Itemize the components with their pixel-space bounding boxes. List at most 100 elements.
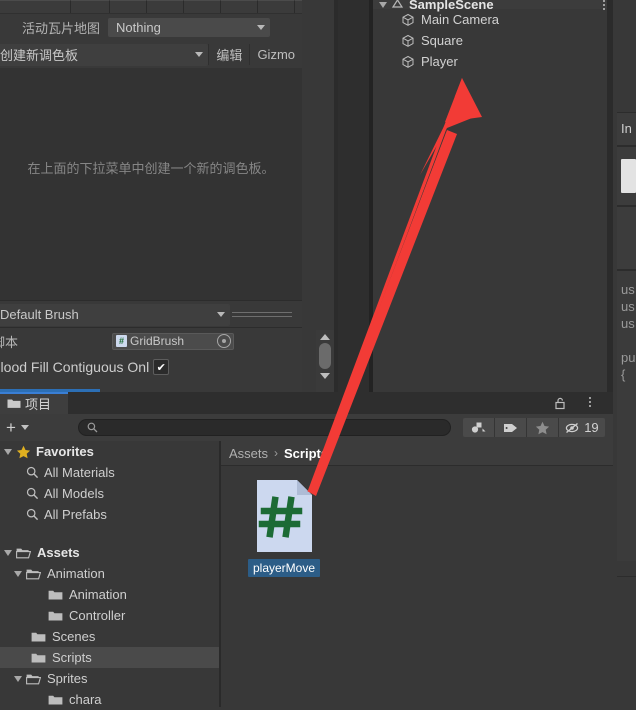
tree-item-favorites[interactable]: Favorites xyxy=(0,441,219,462)
hierarchy-item-main-camera[interactable]: Main Camera xyxy=(373,9,613,30)
tree-item-animation-sub[interactable]: Animation xyxy=(0,584,219,605)
tree-item-label: All Models xyxy=(44,486,104,501)
tree-item-animation[interactable]: Animation xyxy=(0,563,219,584)
tree-item-controller[interactable]: Controller xyxy=(0,605,219,626)
tree-item-scenes[interactable]: Scenes xyxy=(0,626,219,647)
chevron-down-icon[interactable] xyxy=(14,675,22,682)
flood-fill-checkbox[interactable]: ✔ xyxy=(153,359,170,375)
tree-item-label: chara xyxy=(69,692,102,707)
tree-item-assets[interactable]: Assets xyxy=(0,542,219,563)
tree-item-label: All Prefabs xyxy=(44,507,107,522)
tile-palette-scrollbar[interactable] xyxy=(316,330,334,392)
plus-icon: + xyxy=(6,417,16,437)
gizmos-button[interactable]: Gizmo xyxy=(249,44,302,65)
scene-gutter xyxy=(338,0,373,392)
triangle-up-icon xyxy=(320,333,330,340)
tab-project[interactable]: 项目 xyxy=(0,392,68,414)
tree-item-all-models[interactable]: All Models xyxy=(0,483,219,504)
script-object-value: GridBrush xyxy=(130,334,185,348)
hierarchy-item-player[interactable]: Player xyxy=(373,51,613,72)
tile-palette-toolbar[interactable] xyxy=(0,0,302,14)
project-body: Favorites All Materials All Models All P… xyxy=(0,441,613,707)
breadcrumb-item-assets[interactable]: Assets xyxy=(229,446,268,461)
chevron-down-icon[interactable] xyxy=(379,1,387,8)
active-tilemap-row: 活动瓦片地图 Nothing xyxy=(0,13,302,41)
code-line: { xyxy=(621,367,626,382)
hierarchy-item-label: Main Camera xyxy=(421,12,500,27)
breadcrumb-item-scripts[interactable]: Scripts xyxy=(284,446,328,461)
tab-label: 项目 xyxy=(25,396,52,412)
folder-icon xyxy=(31,652,46,664)
search-icon xyxy=(26,466,39,479)
toolbar-segment[interactable] xyxy=(258,0,295,13)
tree-item-label: Scripts xyxy=(52,650,92,665)
object-picker-icon[interactable] xyxy=(217,334,231,348)
inspector-window: In us us us pu { } xyxy=(613,0,636,708)
toolbar-segment[interactable] xyxy=(0,0,71,13)
asset-item-playermove[interactable]: playerMove xyxy=(245,478,323,577)
visibility-count-button[interactable]: 19 xyxy=(558,418,605,437)
toolbar-segment[interactable] xyxy=(147,0,184,13)
active-tilemap-value: Nothing xyxy=(116,19,161,35)
brush-dropdown[interactable]: Default Brush xyxy=(0,303,230,326)
breadcrumb-separator: › xyxy=(274,446,279,460)
code-line: us xyxy=(621,282,635,297)
chevron-down-icon[interactable] xyxy=(4,549,12,556)
search-icon xyxy=(26,487,39,500)
filter-by-label-icon[interactable] xyxy=(494,418,527,437)
script-object-field[interactable]: GridBrush xyxy=(112,332,234,350)
add-asset-button[interactable]: + xyxy=(0,418,35,438)
hierarchy-window: SampleScene Main Camera Square Player xyxy=(373,0,613,392)
favorites-star-icon[interactable] xyxy=(526,418,559,437)
filter-by-type-icon[interactable] xyxy=(462,418,495,437)
palette-empty-area: 在上面的下拉菜单中创建一个新的调色板。 xyxy=(0,68,302,300)
hierarchy-item-square[interactable]: Square xyxy=(373,30,613,51)
folder-icon xyxy=(48,589,63,601)
tree-item-label: Animation xyxy=(47,566,105,581)
toolbar-segment[interactable] xyxy=(221,0,258,13)
tree-item-label: Scenes xyxy=(52,629,96,644)
chevron-down-icon xyxy=(20,425,29,430)
tree-item-all-prefabs[interactable]: All Prefabs xyxy=(0,504,219,525)
scrollbar-thumb[interactable] xyxy=(319,343,331,369)
chevron-down-icon[interactable] xyxy=(14,570,22,577)
palette-dropdown[interactable]: 创建新调色板 xyxy=(0,43,209,66)
toolbar-segment[interactable] xyxy=(71,0,110,13)
chevron-down-icon xyxy=(257,24,266,30)
asset-item-label: playerMove xyxy=(247,559,321,577)
folder-icon xyxy=(48,610,63,622)
chevron-down-icon[interactable] xyxy=(4,448,12,455)
folder-icon xyxy=(48,694,63,706)
search-input[interactable] xyxy=(77,419,451,436)
tree-item-scripts[interactable]: Scripts xyxy=(0,647,219,668)
cube-icon xyxy=(401,13,415,27)
toolbar-segment[interactable] xyxy=(184,0,221,13)
toolbar-segment[interactable] xyxy=(110,0,147,13)
inspector-title: In xyxy=(621,121,632,136)
eye-off-icon xyxy=(566,422,579,433)
csharp-script-icon xyxy=(116,335,127,347)
palette-dropdown-value: 创建新调色板 xyxy=(0,48,79,63)
toolbar-segment[interactable] xyxy=(295,0,302,13)
tab-accent-bar xyxy=(0,392,68,394)
project-tab-bar: 项目 xyxy=(0,392,613,414)
folder-icon xyxy=(31,631,46,643)
tree-item-label: Animation xyxy=(69,587,127,602)
scroll-down-arrow[interactable] xyxy=(316,369,334,382)
edit-button[interactable]: 编辑 xyxy=(208,44,249,65)
scroll-up-arrow[interactable] xyxy=(316,330,334,343)
csharp-script-icon xyxy=(253,478,316,554)
tree-item-label: Controller xyxy=(69,608,126,623)
cube-icon xyxy=(401,34,415,48)
project-window: 项目 + 19 Favorites All Materials All Mode… xyxy=(0,392,613,707)
inspector-preview-box xyxy=(617,146,636,206)
lock-icon[interactable] xyxy=(553,396,567,410)
brush-dropdown-value: Default Brush xyxy=(0,307,79,322)
project-content-area: Assets › Scripts playerMove xyxy=(221,441,613,707)
tree-item-all-materials[interactable]: All Materials xyxy=(0,462,219,483)
folder-open-icon xyxy=(16,547,32,559)
tree-item-sprites[interactable]: Sprites xyxy=(0,668,219,689)
kebab-menu-icon[interactable] xyxy=(589,397,591,407)
active-tilemap-dropdown[interactable]: Nothing xyxy=(108,17,271,37)
